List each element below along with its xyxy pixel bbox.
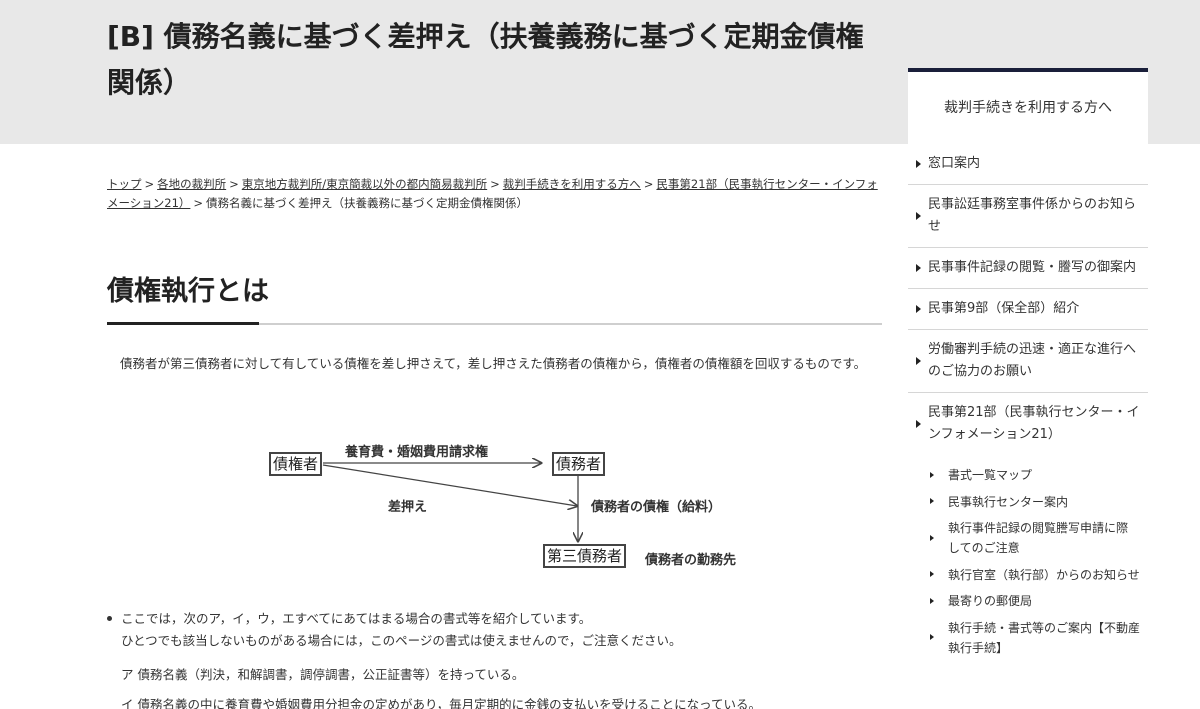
triangle-right-icon xyxy=(930,498,934,504)
sidebar-subitem-records-notice[interactable]: 執行事件記録の閲覧謄写申請に際してのご注意 xyxy=(908,516,1148,560)
condition-a: ア 債務名義（判決，和解調書，調停調書，公正証書等）を持っている。 xyxy=(121,667,525,682)
sidebar-subitem-label: 民事執行センター案内 xyxy=(948,494,1069,509)
triangle-right-icon xyxy=(916,357,921,365)
sidebar-subitem-real-estate[interactable]: 執行手続・書式等のご案内【不動産執行手続】 xyxy=(908,616,1148,660)
breadcrumb-separator: > xyxy=(490,177,500,191)
sidebar-item-label: 民事訟廷事務室事件係からのお知らせ xyxy=(928,197,1137,234)
debtor-box: 債務者 xyxy=(552,452,606,476)
sidebar-item-civil-office-notice[interactable]: 民事訟廷事務室事件係からのお知らせ xyxy=(908,185,1148,248)
label-seizure: 差押え xyxy=(388,500,428,515)
breadcrumb-separator: > xyxy=(643,177,654,191)
third-party-box: 第三債務者 xyxy=(543,544,627,568)
sidebar-item-label: 民事事件記録の閲覧・謄写の御案内 xyxy=(928,260,1137,275)
creditor-box: 債権者 xyxy=(269,452,323,476)
label-debtor-claim: 債務者の債権（給料） xyxy=(591,500,722,515)
bullet-line-2: ひとつでも該当しないものがある場合には，このページの書式は使えませんので，ご注意… xyxy=(121,633,682,648)
sidebar-subitem-label: 執行官室（執行部）からのお知らせ xyxy=(948,567,1140,582)
sidebar-heading[interactable]: 裁判手続きを利用する方へ xyxy=(908,68,1148,144)
sidebar-subitem-label: 書式一覧マップ xyxy=(948,468,1033,482)
breadcrumb-separator: > xyxy=(144,177,155,191)
breadcrumb-users[interactable]: 裁判手続きを利用する方へ xyxy=(503,177,641,191)
sidebar-subitem-label: 執行事件記録の閲覧謄写申請に際してのご注意 xyxy=(948,521,1129,555)
execution-diagram: 債権者 債務者 第三債務者 養育費・婚姻費用請求権 差押え 債務者の債権（給料）… xyxy=(265,436,765,576)
sidebar-subitem-center-guide[interactable]: 民事執行センター案内 xyxy=(908,490,1148,514)
label-claim: 養育費・婚姻費用請求権 xyxy=(345,445,489,460)
breadcrumb-courts[interactable]: 各地の裁判所 xyxy=(157,177,226,191)
triangle-right-icon xyxy=(916,264,921,272)
triangle-right-icon xyxy=(916,420,921,428)
conditions-section: ここでは，次のア，イ，ウ，エすべてにあてはまる場合の書式等を紹介しています。 ひ… xyxy=(107,608,882,709)
section-heading: 債権執行とは xyxy=(107,276,269,307)
arrow-seizure xyxy=(322,464,577,506)
sidebar-item-label: 窓口案内 xyxy=(928,156,981,171)
sidebar-subitem-label: 最寄りの郵便局 xyxy=(948,594,1033,608)
sidebar-subitem-label: 執行手続・書式等のご案内【不動産執行手続】 xyxy=(948,620,1141,655)
triangle-right-icon xyxy=(916,212,921,220)
breadcrumb-top[interactable]: トップ xyxy=(107,177,142,191)
triangle-right-icon xyxy=(930,534,934,541)
sidebar-item-civil-9[interactable]: 民事第9部（保全部）紹介 xyxy=(908,289,1148,330)
sidebar-item-labor-tribunal[interactable]: 労働審判手続の迅速・適正な進行へのご協力のお願い xyxy=(908,330,1148,393)
breadcrumb: トップ > 各地の裁判所 > 東京地方裁判所/東京簡裁以外の都内簡易裁判所 > 裁判手続きを… xyxy=(107,175,882,213)
breadcrumb-separator: > xyxy=(229,177,239,191)
sidebar-item-civil-21[interactable]: 民事第21部（民事執行センター・インフォメーション21） xyxy=(908,393,1148,455)
triangle-right-icon xyxy=(930,571,934,577)
breadcrumb-separator: > xyxy=(193,196,204,210)
sidebar-item-records-guide[interactable]: 民事事件記録の閲覧・謄写の御案内 xyxy=(908,248,1148,289)
intro-text: 債務者が第三債務者に対して有している債権を差し押さえて，差し押さえた債務者の債権… xyxy=(120,356,867,371)
triangle-right-icon xyxy=(930,597,934,604)
sidebar-subitem-form-map[interactable]: 書式一覧マップ xyxy=(908,463,1148,487)
sidebar-item-label: 労働審判手続の迅速・適正な進行へのご協力のお願い xyxy=(928,342,1137,379)
triangle-right-icon xyxy=(930,471,934,478)
bullet-line-1: ここでは，次のア，イ，ウ，エすべてにあてはまる場合の書式等を紹介しています。 xyxy=(121,611,592,626)
sidebar: 裁判手続きを利用する方へ 窓口案内 民事訟廷事務室事件係からのお知らせ 民事事件… xyxy=(908,68,1148,662)
sidebar-item-counter-guide[interactable]: 窓口案内 xyxy=(908,144,1148,185)
condition-b: イ 債務名義の中に養育費や婚姻費用分担金の定めがあり，毎月定期的に金銭の支払いを… xyxy=(121,697,761,709)
sidebar-sublist: 書式一覧マップ 民事執行センター案内 執行事件記録の閲覧謄写申請に際してのご注意… xyxy=(908,455,1148,660)
triangle-right-icon xyxy=(916,160,921,168)
breadcrumb-tokyo-court[interactable]: 東京地方裁判所/東京簡裁以外の都内簡易裁判所 xyxy=(242,177,487,191)
triangle-right-icon xyxy=(916,305,921,313)
sidebar-subitem-post-office[interactable]: 最寄りの郵便局 xyxy=(908,589,1148,613)
page-title: [B] 債務名義に基づく差押え（扶養義務に基づく定期金債権関係） xyxy=(107,20,864,99)
breadcrumb-current: 債務名義に基づく差押え（扶養義務に基づく定期金債権関係） xyxy=(206,196,529,210)
sidebar-item-label: 民事第21部（民事執行センター・インフォメーション21） xyxy=(928,405,1140,442)
triangle-right-icon xyxy=(930,634,934,640)
heading-rule-accent xyxy=(107,322,259,325)
label-workplace: 債務者の勤務先 xyxy=(645,553,737,568)
list-item: ここでは，次のア，イ，ウ，エすべてにあてはまる場合の書式等を紹介しています。 ひ… xyxy=(107,608,882,652)
sidebar-item-label: 民事第9部（保全部）紹介 xyxy=(928,301,1080,316)
sidebar-subitem-bailiff-notice[interactable]: 執行官室（執行部）からのお知らせ xyxy=(908,563,1148,587)
